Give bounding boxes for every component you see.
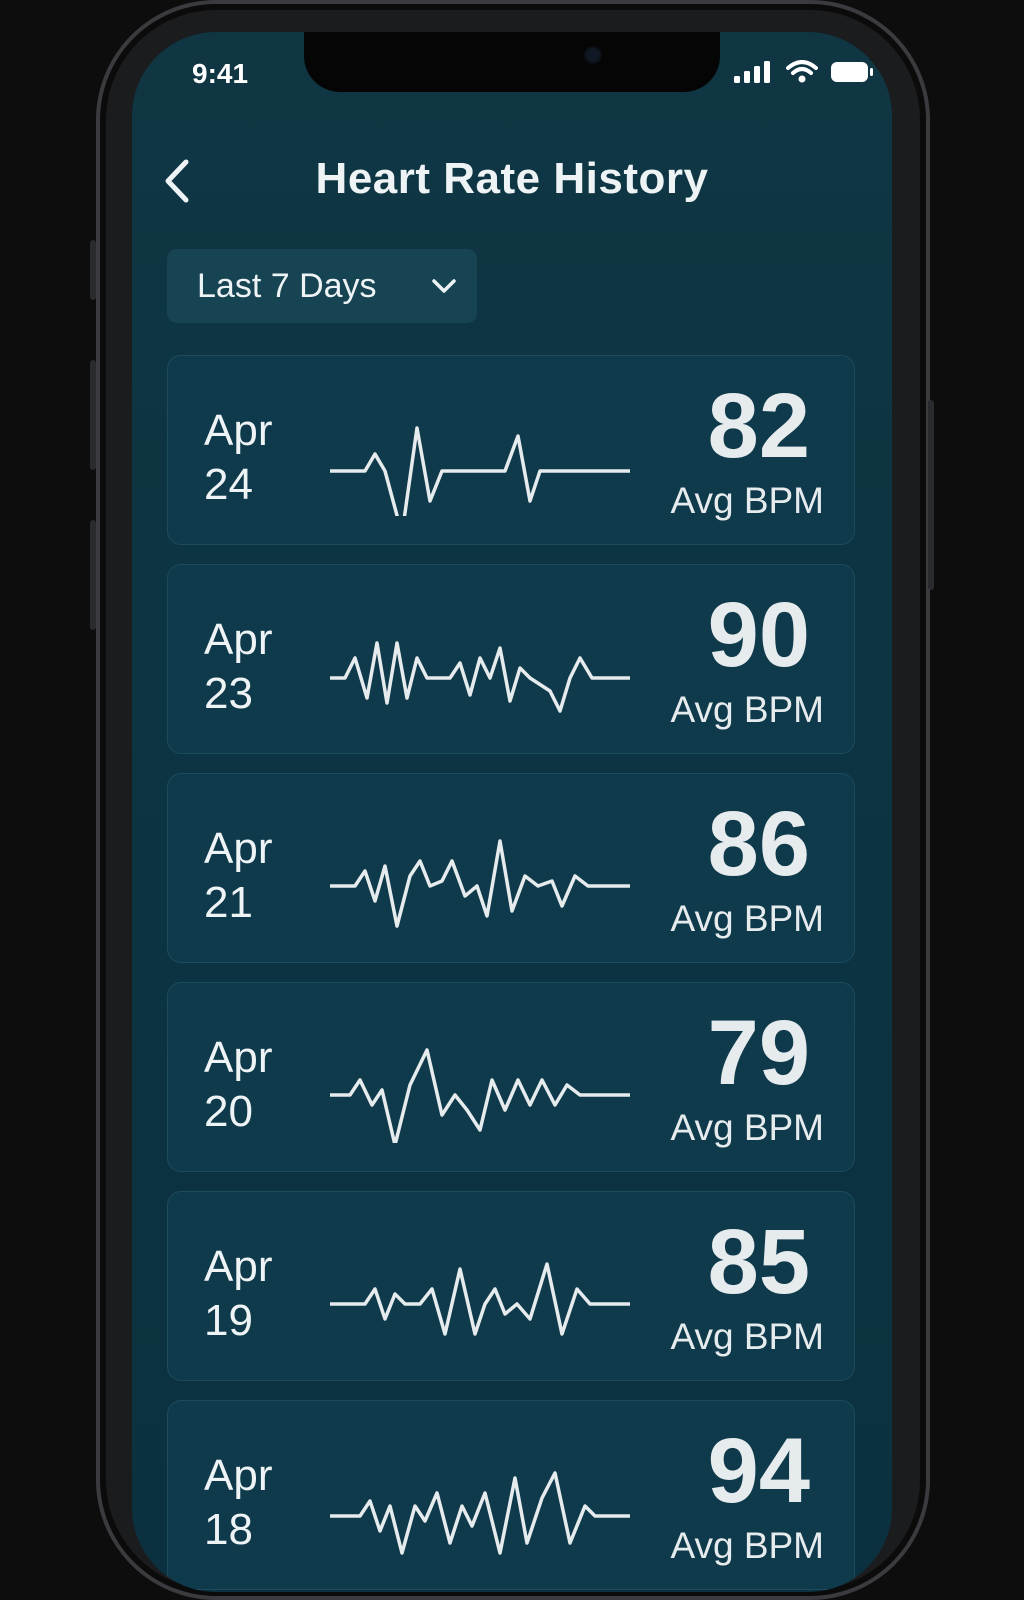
notch xyxy=(304,32,720,92)
avg-bpm-label: Avg BPM xyxy=(670,689,824,730)
avg-bpm-label: Avg BPM xyxy=(670,1525,824,1566)
header: Heart Rate History xyxy=(132,144,892,214)
entry-date: Apr 24 xyxy=(204,404,272,512)
history-card[interactable]: Apr 20 79 Avg BPM xyxy=(167,982,855,1172)
entry-day: 19 xyxy=(204,1296,253,1345)
entry-month: Apr xyxy=(204,1242,273,1291)
chevron-down-icon xyxy=(432,279,456,293)
power-button xyxy=(928,400,934,590)
entry-date: Apr 23 xyxy=(204,613,272,721)
front-camera xyxy=(586,48,600,62)
avg-bpm-value: 85 xyxy=(707,1211,810,1313)
wifi-icon xyxy=(786,60,818,83)
entry-day: 18 xyxy=(204,1505,253,1554)
status-icons xyxy=(734,60,874,84)
history-card[interactable]: Apr 19 85 Avg BPM xyxy=(167,1191,855,1381)
status-time: 9:41 xyxy=(192,58,249,89)
battery-icon xyxy=(831,62,873,82)
entry-day: 24 xyxy=(204,460,253,509)
volume-up-button xyxy=(90,360,96,470)
avg-bpm-label: Avg BPM xyxy=(670,1316,824,1357)
date-range-dropdown[interactable]: Last 7 Days xyxy=(167,249,477,323)
entry-month: Apr xyxy=(204,1451,273,1500)
entry-date: Apr 18 xyxy=(204,1449,272,1557)
entry-month: Apr xyxy=(204,406,273,455)
app-screen: 9:41 Heart Rate History Last 7 Days Apr … xyxy=(132,32,892,1592)
avg-bpm-label: Avg BPM xyxy=(670,898,824,939)
heart-rate-waveform xyxy=(330,641,630,713)
entry-date: Apr 21 xyxy=(204,822,272,930)
entry-date: Apr 19 xyxy=(204,1240,272,1348)
signal-icon xyxy=(734,61,770,83)
entry-month: Apr xyxy=(204,824,273,873)
avg-bpm-value: 90 xyxy=(707,584,810,686)
page-title: Heart Rate History xyxy=(315,154,709,203)
avg-bpm-value: 94 xyxy=(707,1420,810,1522)
avg-bpm-label: Avg BPM xyxy=(670,480,824,521)
avg-bpm-value: 86 xyxy=(707,793,810,895)
entry-day: 23 xyxy=(204,669,253,718)
avg-bpm-value: 82 xyxy=(707,375,810,477)
entry-month: Apr xyxy=(204,615,273,664)
history-card[interactable]: Apr 23 90 Avg BPM xyxy=(167,564,855,754)
avg-bpm-label: Avg BPM xyxy=(670,1107,824,1148)
volume-down-button xyxy=(90,520,96,630)
heart-rate-waveform xyxy=(330,426,630,516)
date-range-label: Last 7 Days xyxy=(197,266,377,305)
mute-switch xyxy=(90,240,96,300)
avg-bpm-value: 79 xyxy=(707,1002,810,1104)
heart-rate-waveform xyxy=(330,839,630,928)
heart-rate-waveform xyxy=(330,1471,630,1555)
entry-date: Apr 20 xyxy=(204,1031,272,1139)
heart-rate-waveform xyxy=(330,1048,630,1143)
history-card[interactable]: Apr 21 86 Avg BPM xyxy=(167,773,855,963)
history-card[interactable]: Apr 18 94 Avg BPM xyxy=(167,1400,855,1590)
heart-rate-waveform xyxy=(330,1262,630,1336)
entry-day: 20 xyxy=(204,1087,253,1136)
history-card[interactable]: Apr 24 82 Avg BPM xyxy=(167,355,855,545)
entry-day: 21 xyxy=(204,878,253,927)
entry-month: Apr xyxy=(204,1033,273,1082)
